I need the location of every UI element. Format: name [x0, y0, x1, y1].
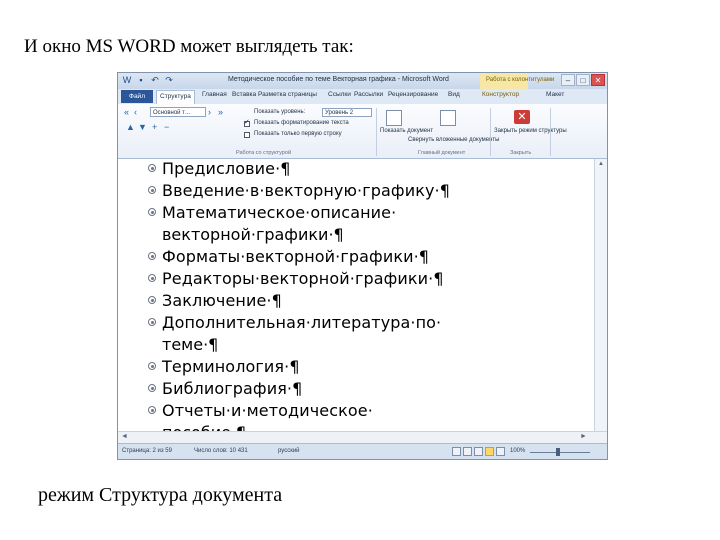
move-down-icon[interactable]: ▼ — [138, 122, 147, 132]
show-document-icon[interactable] — [386, 110, 402, 126]
draft-view-button[interactable] — [496, 447, 505, 456]
outline-bullet-icon[interactable] — [148, 362, 156, 370]
print-layout-view-button[interactable] — [452, 447, 461, 456]
group-close: Закрыть — [510, 150, 532, 156]
first-line-label: Показать только первую строку — [254, 131, 342, 137]
word-window: W ▪ ↶ ↷ Работа с колонтитулами Методичес… — [117, 72, 608, 460]
context-tab-label: Работа с колонтитулами — [486, 77, 555, 83]
quick-access-toolbar: W ▪ ↶ ↷ — [122, 75, 174, 85]
zoom-slider-knob[interactable] — [556, 448, 560, 456]
outline-bullet-icon[interactable] — [148, 186, 156, 194]
document-area: Предисловие·¶ Введение·в·векторную·графи… — [118, 159, 596, 431]
zoom-slider[interactable] — [530, 452, 590, 453]
outline-item[interactable]: Библиография·¶ — [148, 379, 302, 398]
maximize-button[interactable]: □ — [576, 74, 590, 86]
ribbon: « ‹ Основной т… › » ▲ ▼ + − Показать уро… — [118, 104, 607, 159]
outline-item-continuation[interactable]: теме·¶ — [162, 335, 218, 354]
ribbon-separator — [550, 108, 551, 156]
promote-to-heading-icon[interactable]: « — [124, 107, 129, 117]
ribbon-separator — [376, 108, 377, 156]
outline-bullet-icon[interactable] — [148, 318, 156, 326]
close-window-button[interactable]: ✕ — [591, 74, 605, 86]
slide-caption: И окно MS WORD может выглядеть так: — [24, 36, 354, 57]
show-document-label: Показать документ — [380, 128, 434, 134]
ribbon-tabs: Файл Структура Главная Вставка Разметка … — [118, 89, 607, 105]
expand-icon[interactable]: + — [152, 122, 157, 132]
outline-item[interactable]: Отчеты·и·методическое· — [148, 401, 373, 420]
ribbon-separator — [490, 108, 491, 156]
outline-bullet-icon[interactable] — [148, 164, 156, 172]
tab-references[interactable]: Ссылки — [328, 91, 351, 98]
outline-bullet-icon[interactable] — [148, 274, 156, 282]
show-level-label: Показать уровень: — [254, 109, 306, 115]
outline-item[interactable]: Заключение·¶ — [148, 291, 282, 310]
outline-bullet-icon[interactable] — [148, 296, 156, 304]
tab-design[interactable]: Конструктор — [482, 91, 519, 98]
show-formatting-checkbox[interactable] — [244, 118, 250, 127]
tab-mailings[interactable]: Рассылки — [354, 91, 383, 98]
show-level-select[interactable]: Уровень 2 — [322, 108, 372, 117]
outline-item[interactable]: Математическое·описание· — [148, 203, 396, 222]
scroll-up-icon[interactable]: ▲ — [597, 161, 605, 169]
status-language[interactable]: русский — [278, 448, 300, 454]
outline-item[interactable]: Терминология·¶ — [148, 357, 300, 376]
tab-file[interactable]: Файл — [121, 90, 153, 103]
outline-item[interactable]: Форматы·векторной·графики·¶ — [148, 247, 429, 266]
word-icon: W — [122, 75, 132, 85]
scroll-right-icon[interactable]: ► — [580, 433, 587, 440]
window-title: Методическое пособие по теме Векторная г… — [228, 76, 449, 83]
outline-bullet-icon[interactable] — [148, 384, 156, 392]
move-up-icon[interactable]: ▲ — [126, 122, 135, 132]
slide-footer: режим Структура документа — [38, 484, 283, 506]
tab-page-layout[interactable]: Разметка страницы — [258, 91, 317, 98]
tab-layout[interactable]: Макет — [546, 91, 564, 98]
status-words[interactable]: Число слов: 10 431 — [194, 448, 248, 454]
close-outline-label: Закрыть режим структуры — [494, 128, 567, 134]
web-layout-view-button[interactable] — [474, 447, 483, 456]
horizontal-scrollbar[interactable]: ◄ ► — [118, 431, 607, 443]
collapse-icon[interactable]: − — [164, 122, 169, 132]
scroll-left-icon[interactable]: ◄ — [121, 433, 128, 440]
outline-item-continuation[interactable]: векторной·графики·¶ — [162, 225, 344, 244]
tab-home[interactable]: Главная — [202, 91, 227, 98]
collapse-subdocs-label: Свернуть вложенные документы — [408, 137, 500, 143]
group-master-document: Главный документ — [418, 150, 466, 156]
outline-level-select[interactable]: Основной т… — [150, 107, 206, 117]
outline-bullet-icon[interactable] — [148, 252, 156, 260]
tab-insert[interactable]: Вставка — [232, 91, 256, 98]
promote-icon[interactable]: ‹ — [134, 107, 137, 117]
demote-to-body-icon[interactable]: » — [218, 107, 223, 117]
save-icon[interactable]: ▪ — [136, 75, 146, 85]
status-bar: Страница: 2 из 59 Число слов: 10 431 рус… — [118, 443, 607, 459]
reading-view-button[interactable] — [463, 447, 472, 456]
outline-bullet-icon[interactable] — [148, 406, 156, 414]
window-controls: – □ ✕ — [561, 74, 605, 86]
outline-view-button[interactable] — [485, 447, 494, 456]
first-line-checkbox[interactable] — [244, 132, 250, 138]
close-outline-view-button[interactable]: ✕ — [514, 110, 530, 124]
title-bar: W ▪ ↶ ↷ Работа с колонтитулами Методичес… — [118, 73, 607, 89]
undo-icon[interactable]: ↶ — [150, 75, 160, 85]
demote-icon[interactable]: › — [208, 107, 211, 117]
redo-icon[interactable]: ↷ — [164, 75, 174, 85]
vertical-scrollbar[interactable]: ▲ — [594, 159, 607, 431]
collapse-subdocs-icon[interactable] — [440, 110, 456, 126]
tab-review[interactable]: Рецензирование — [388, 91, 438, 98]
show-formatting-label: Показать форматирование текста — [254, 120, 349, 126]
tab-view[interactable]: Вид — [448, 91, 460, 98]
tab-outline[interactable]: Структура — [156, 90, 195, 105]
outline-bullet-icon[interactable] — [148, 208, 156, 216]
outline-item[interactable]: Дополнительная·литература·по· — [148, 313, 441, 332]
status-page[interactable]: Страница: 2 из 59 — [122, 448, 172, 454]
outline-item[interactable]: Введение·в·векторную·графику·¶ — [148, 181, 450, 200]
outline-item-continuation[interactable]: пособие·¶ — [162, 423, 246, 431]
outline-item[interactable]: Предисловие·¶ — [148, 159, 291, 178]
outline-item[interactable]: Редакторы·векторной·графики·¶ — [148, 269, 444, 288]
minimize-button[interactable]: – — [561, 74, 575, 86]
group-outline-tools: Работа со структурой — [236, 150, 292, 156]
zoom-level[interactable]: 100% — [510, 448, 525, 454]
